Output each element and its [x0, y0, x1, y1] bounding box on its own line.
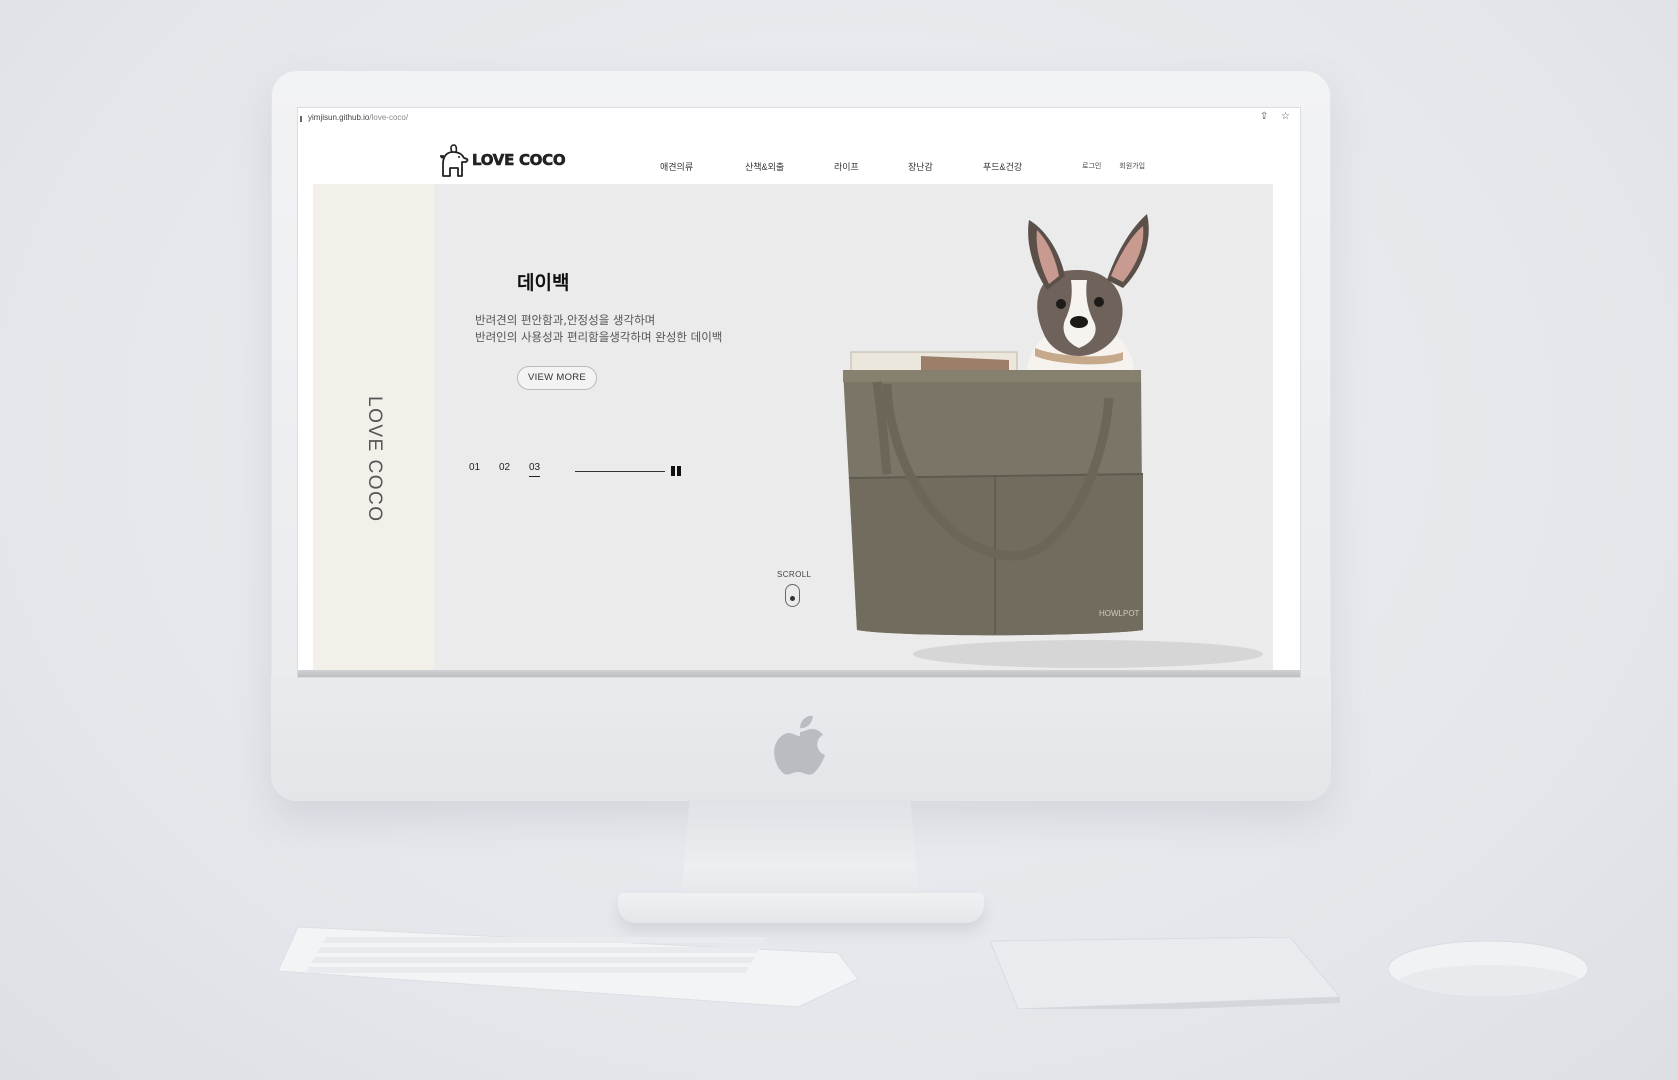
mouse-image: [1388, 940, 1589, 1001]
side-panel: LOVE COCO: [313, 184, 434, 670]
slide-progress-fill: [575, 471, 665, 472]
hero-slider: LOVE COCO 데이백 반려견의 편안함과,안정성을 생각하며 반려인의 사…: [313, 184, 1273, 670]
trackpad-image: [990, 937, 1340, 1009]
nav-item-walk[interactable]: 산책&외출: [745, 160, 834, 173]
product-brand-text: HOWLPOT: [1099, 609, 1140, 618]
signup-link[interactable]: 회원가입: [1119, 161, 1145, 171]
pager-item-02[interactable]: 02: [499, 462, 529, 477]
keyboard-image: [278, 926, 858, 1008]
product-image-dog-in-bag: HOWLPOT: [843, 214, 1263, 668]
slide-pager: 01 02 03: [469, 462, 541, 477]
login-link[interactable]: 로그인: [1082, 161, 1101, 171]
slide-progress-bar: [575, 471, 665, 472]
info-icon[interactable]: [300, 116, 302, 122]
screen-bottom-bezel: [298, 670, 1300, 677]
share-icon[interactable]: ⇪: [1260, 111, 1268, 122]
side-vertical-text: LOVE COCO: [364, 396, 385, 523]
hero-desc-line-1: 반려견의 편안함과,안정성을 생각하며: [475, 313, 656, 327]
nav-item-clothing[interactable]: 애견의류: [660, 160, 745, 173]
logo-text: LOVE COCO: [472, 151, 566, 170]
main-nav: 애견의류 산책&외출 라이프 장난감 푸드&건강: [660, 160, 1043, 173]
pager-item-01[interactable]: 01: [469, 462, 499, 477]
view-more-button[interactable]: VIEW MORE: [517, 366, 597, 390]
star-icon[interactable]: ☆: [1281, 111, 1290, 122]
scroll-mouse-icon[interactable]: [785, 584, 800, 607]
nav-item-toys[interactable]: 장난감: [908, 160, 983, 173]
hero-title: 데이백: [517, 272, 570, 294]
site-header: LOVE COCO 애견의류 산책&외출 라이프 장난감 푸드&건강 로그인 회…: [298, 130, 1300, 192]
browser-address-bar[interactable]: yimjisun.github.io/love-coco/ ⇪ ☆: [298, 108, 1300, 131]
pause-icon[interactable]: [671, 466, 681, 476]
hero-description: 반려견의 편안함과,안정성을 생각하며 반려인의 사용성과 편리함을생각하며 완…: [475, 312, 722, 346]
util-links: 로그인 회원가입: [1082, 161, 1145, 171]
pager-item-03[interactable]: 03: [529, 462, 541, 477]
apple-logo-icon: [774, 716, 825, 775]
logo[interactable]: LOVE COCO: [438, 142, 566, 178]
url-text[interactable]: yimjisun.github.io/love-coco/: [308, 113, 408, 122]
hero-desc-line-2: 반려인의 사용성과 편리함을생각하며 완성한 데이백: [475, 330, 723, 344]
nav-item-food[interactable]: 푸드&건강: [983, 160, 1043, 173]
screen: yimjisun.github.io/love-coco/ ⇪ ☆ LOVE C…: [298, 108, 1300, 677]
dog-logo-icon: [440, 144, 469, 177]
nav-item-life[interactable]: 라이프: [834, 160, 908, 173]
